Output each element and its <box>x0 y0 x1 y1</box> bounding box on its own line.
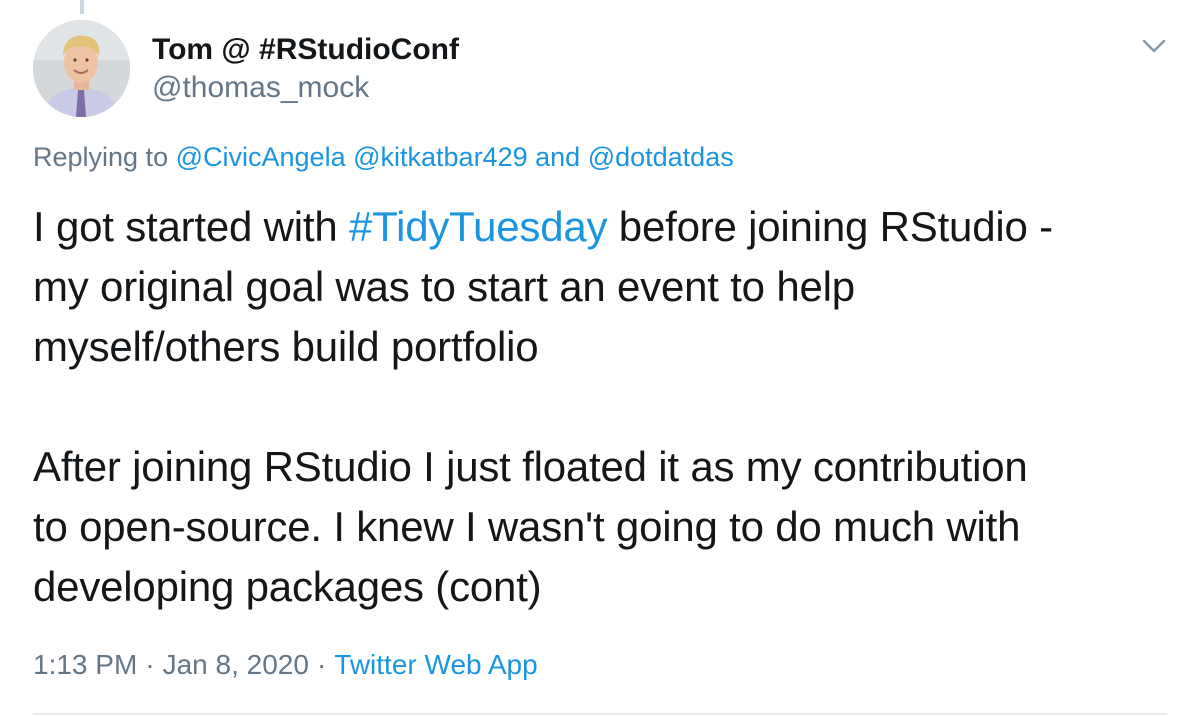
tweet-time[interactable]: 1:13 PM <box>33 649 137 680</box>
tweet-text-line: developing packages (cont) <box>33 563 542 610</box>
tweet-source-link[interactable]: Twitter Web App <box>334 649 537 680</box>
tweet-metadata: 1:13 PM · Jan 8, 2020 · Twitter Web App <box>33 647 538 683</box>
tweet-text-line: After joining RStudio I just floated it … <box>33 443 1028 490</box>
tweet-text-fragment: I got started with <box>33 203 350 250</box>
hashtag-link-tidytuesday[interactable]: #TidyTuesday <box>349 203 607 250</box>
replying-to-line: Replying to @CivicAngela @kitkatbar429 a… <box>33 140 734 174</box>
mention-link-kitkatbar429[interactable]: @kitkatbar429 <box>353 142 528 172</box>
mention-link-dotdatdas[interactable]: @dotdatdas <box>588 142 734 172</box>
paragraph-break <box>33 377 1173 437</box>
chevron-down-icon[interactable] <box>1138 32 1170 60</box>
author-display-name[interactable]: Tom @ #RStudioConf <box>152 33 459 67</box>
divider <box>33 713 1167 715</box>
mention-link-civicangela[interactable]: @CivicAngela <box>176 142 346 172</box>
replying-to-conjunction: and <box>535 142 581 172</box>
tweet-text-fragment: before joining RStudio - <box>607 203 1053 250</box>
tweet-card: Tom @ #RStudioConf @thomas_mock Replying… <box>0 0 1200 716</box>
meta-separator: · <box>145 649 155 680</box>
profile-photo-icon <box>33 20 130 117</box>
tweet-text-line: myself/others build portfolio <box>33 323 539 370</box>
tweet-text-line: I got started with #TidyTuesday before j… <box>33 197 1173 257</box>
avatar[interactable] <box>33 20 130 117</box>
tweet-body: I got started with #TidyTuesday before j… <box>33 197 1173 617</box>
tweet-date[interactable]: Jan 8, 2020 <box>163 649 309 680</box>
tweet-text-line: to open-source. I knew I wasn't going to… <box>33 503 1021 550</box>
meta-separator: · <box>316 649 327 680</box>
author-handle[interactable]: @thomas_mock <box>152 71 369 105</box>
tweet-text-line: my original goal was to start an event t… <box>33 263 855 310</box>
replying-to-label: Replying to <box>33 142 169 172</box>
